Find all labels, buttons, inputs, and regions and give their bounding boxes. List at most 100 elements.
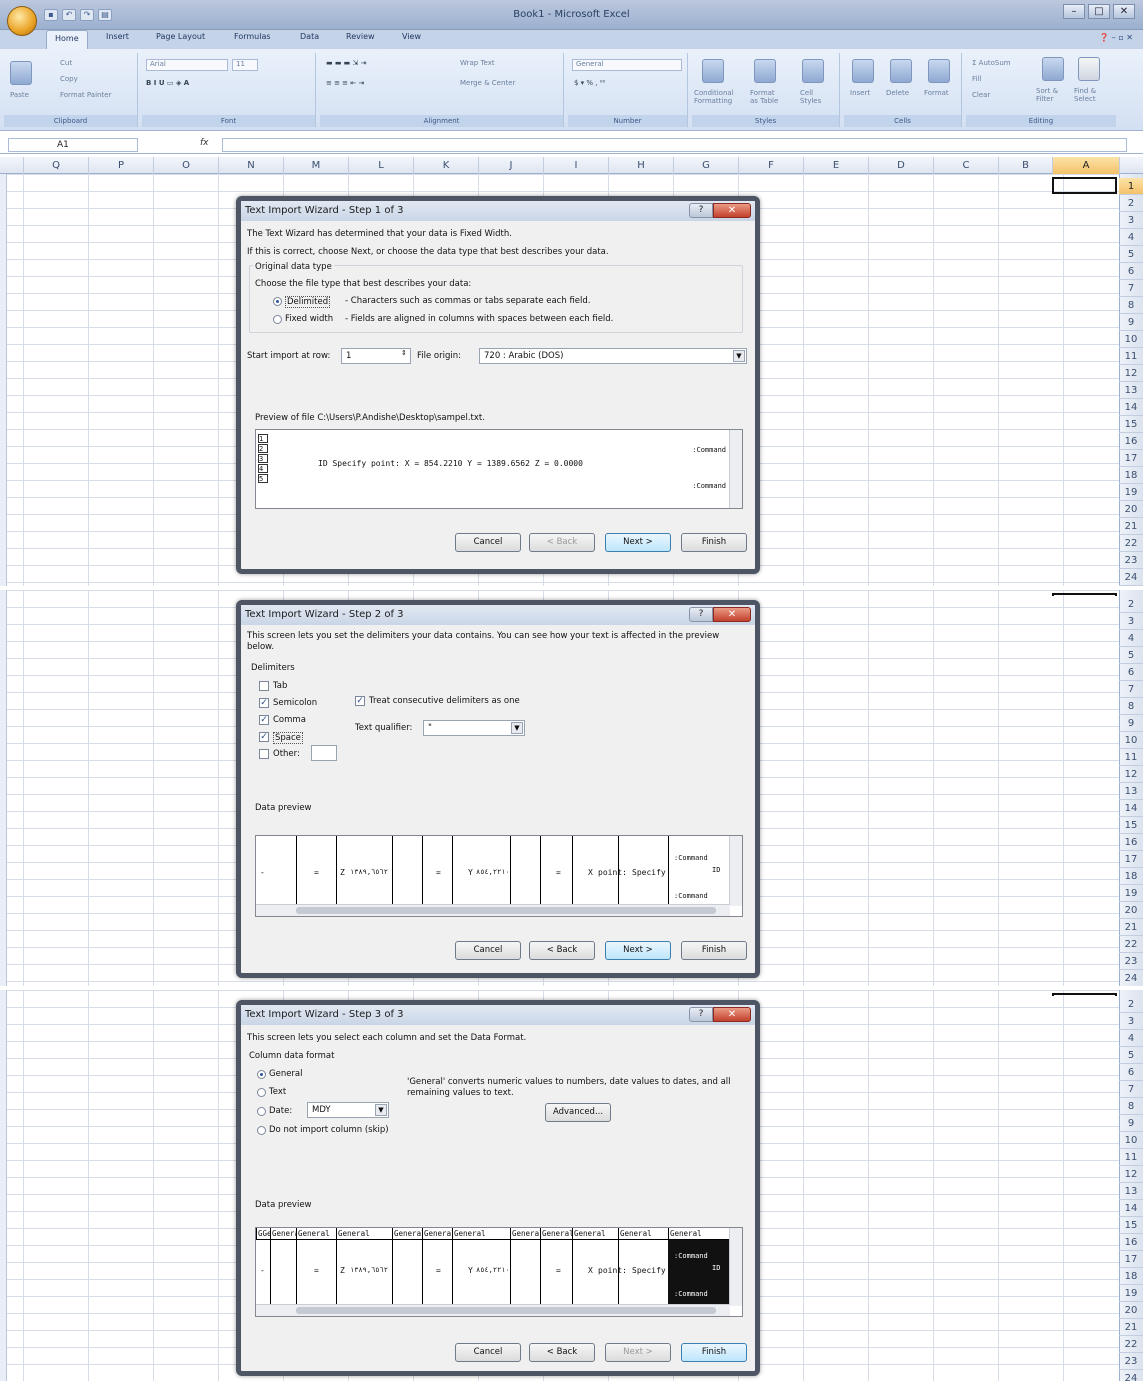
comma-label[interactable]: Comma bbox=[273, 715, 306, 725]
other-checkbox[interactable] bbox=[259, 749, 269, 759]
comma-checkbox[interactable]: ✓ bbox=[259, 715, 269, 725]
row-header[interactable]: 20 bbox=[1119, 902, 1143, 919]
row-header[interactable]: 3 bbox=[1119, 613, 1143, 630]
semicolon-label[interactable]: Semicolon bbox=[273, 698, 317, 708]
row-header[interactable]: 11 bbox=[1119, 348, 1143, 365]
file-origin-select[interactable]: 720 : Arabic (DOS) ▼ bbox=[479, 348, 747, 364]
column-header[interactable]: E bbox=[803, 157, 868, 174]
column-header[interactable]: B bbox=[998, 157, 1052, 174]
row-header[interactable]: 21 bbox=[1119, 919, 1143, 936]
paste-icon[interactable] bbox=[10, 61, 32, 85]
select-all-corner[interactable] bbox=[1119, 157, 1143, 174]
format-painter-button[interactable]: Format Painter bbox=[60, 91, 111, 99]
text-radio[interactable] bbox=[257, 1088, 266, 1097]
cancel-button[interactable]: Cancel bbox=[455, 533, 521, 552]
row-header[interactable]: 8 bbox=[1119, 1098, 1143, 1115]
dialog-close-button[interactable]: ✕ bbox=[713, 607, 751, 622]
row-header[interactable]: 9 bbox=[1119, 715, 1143, 732]
clear-button[interactable]: Clear bbox=[972, 91, 990, 99]
active-cell[interactable] bbox=[1052, 593, 1117, 596]
column-format-header[interactable]: General bbox=[422, 1228, 452, 1240]
column-header[interactable]: C bbox=[933, 157, 998, 174]
copy-button[interactable]: Copy bbox=[60, 75, 78, 83]
fill-button[interactable]: Fill bbox=[972, 75, 981, 83]
row-header[interactable]: 10 bbox=[1119, 732, 1143, 749]
row-header[interactable]: 17 bbox=[1119, 450, 1143, 467]
horizontal-scrollbar[interactable] bbox=[256, 904, 730, 916]
column-header[interactable]: Q bbox=[23, 157, 88, 174]
row-header[interactable]: 12 bbox=[1119, 365, 1143, 382]
row-header[interactable]: 3 bbox=[1119, 212, 1143, 229]
date-format-select[interactable]: MDY ▼ bbox=[307, 1102, 389, 1118]
horizontal-scrollbar[interactable] bbox=[256, 1304, 730, 1316]
row-header[interactable]: 13 bbox=[1119, 1183, 1143, 1200]
column-format-header[interactable]: General bbox=[618, 1228, 668, 1240]
row-header[interactable]: 22 bbox=[1119, 535, 1143, 552]
chevron-down-icon[interactable]: ▼ bbox=[375, 1104, 387, 1116]
help-button[interactable]: ? bbox=[689, 203, 713, 218]
file-preview[interactable]: 1 2 3 4 5 :Command ID Specify point: X =… bbox=[255, 429, 743, 509]
row-header[interactable]: 12 bbox=[1119, 766, 1143, 783]
column-header[interactable]: D bbox=[868, 157, 933, 174]
row-header[interactable]: 2 bbox=[1119, 195, 1143, 212]
skip-radio[interactable] bbox=[257, 1126, 266, 1135]
sort-filter-icon[interactable] bbox=[1042, 57, 1064, 81]
autosum-button[interactable]: Σ AutoSum bbox=[972, 59, 1011, 67]
sort-filter-label[interactable]: Sort & Filter bbox=[1036, 87, 1076, 103]
tab-formulas[interactable]: Formulas bbox=[234, 32, 271, 41]
tab-insert[interactable]: Insert bbox=[106, 32, 129, 41]
column-format-header[interactable]: General bbox=[452, 1228, 510, 1240]
row-header[interactable]: 14 bbox=[1119, 800, 1143, 817]
general-label[interactable]: General bbox=[269, 1069, 303, 1079]
scroll-thumb[interactable] bbox=[296, 1307, 716, 1314]
insert-label[interactable]: Insert bbox=[850, 89, 870, 97]
row-header[interactable]: 2 bbox=[1119, 596, 1143, 613]
row-header[interactable]: 22 bbox=[1119, 1336, 1143, 1353]
chevron-down-icon[interactable]: ▼ bbox=[511, 722, 523, 734]
column-header[interactable]: G bbox=[673, 157, 738, 174]
number-format-select[interactable]: General bbox=[572, 59, 682, 71]
column-header[interactable]: J bbox=[478, 157, 543, 174]
paste-label[interactable]: Paste bbox=[10, 91, 29, 99]
row-header[interactable]: 5 bbox=[1119, 1047, 1143, 1064]
tab-data[interactable]: Data bbox=[300, 32, 319, 41]
other-delimiter-input[interactable] bbox=[311, 745, 337, 761]
row-header[interactable]: 20 bbox=[1119, 501, 1143, 518]
row-header[interactable]: 18 bbox=[1119, 868, 1143, 885]
text-label[interactable]: Text bbox=[269, 1087, 286, 1097]
help-button[interactable]: ? bbox=[689, 607, 713, 622]
column-format-header-selected[interactable]: General bbox=[668, 1228, 730, 1240]
help-button[interactable]: ? bbox=[689, 1007, 713, 1022]
column-header[interactable]: M bbox=[283, 157, 348, 174]
format-label[interactable]: Format bbox=[924, 89, 949, 97]
row-header[interactable]: 3 bbox=[1119, 1013, 1143, 1030]
row-header[interactable]: 8 bbox=[1119, 698, 1143, 715]
column-format-header[interactable]: General bbox=[510, 1228, 540, 1240]
row-header[interactable]: 15 bbox=[1119, 817, 1143, 834]
column-header[interactable]: H bbox=[608, 157, 673, 174]
space-label[interactable]: Space bbox=[273, 732, 303, 744]
vertical-scrollbar[interactable] bbox=[729, 430, 742, 508]
format-table-icon[interactable] bbox=[754, 59, 776, 83]
active-cell[interactable] bbox=[1052, 177, 1117, 194]
currency-icon[interactable]: $ ▾ % , ⁰⁰ bbox=[574, 79, 605, 87]
back-button[interactable]: < Back bbox=[529, 941, 595, 960]
dialog-close-button[interactable]: ✕ bbox=[713, 1007, 751, 1022]
column-header[interactable]: I bbox=[543, 157, 608, 174]
align-top-icon[interactable]: ▬ ▬ ▬ ⇲ ⇥ bbox=[326, 59, 366, 67]
column-header[interactable]: L bbox=[348, 157, 413, 174]
row-header[interactable]: 24 bbox=[1119, 970, 1143, 986]
delimited-radio[interactable] bbox=[273, 297, 282, 306]
row-header[interactable]: 21 bbox=[1119, 518, 1143, 535]
row-header[interactable]: 17 bbox=[1119, 851, 1143, 868]
next-button[interactable]: Next > bbox=[605, 533, 671, 552]
row-header[interactable]: 24 bbox=[1119, 1370, 1143, 1381]
formula-input[interactable] bbox=[222, 138, 1127, 152]
tab-review[interactable]: Review bbox=[346, 32, 375, 41]
office-button[interactable] bbox=[7, 6, 37, 36]
row-header[interactable]: 10 bbox=[1119, 331, 1143, 348]
column-format-header[interactable]: General bbox=[270, 1228, 296, 1240]
row-header[interactable]: 8 bbox=[1119, 297, 1143, 314]
scroll-thumb[interactable] bbox=[296, 907, 716, 914]
row-header[interactable]: 7 bbox=[1119, 681, 1143, 698]
